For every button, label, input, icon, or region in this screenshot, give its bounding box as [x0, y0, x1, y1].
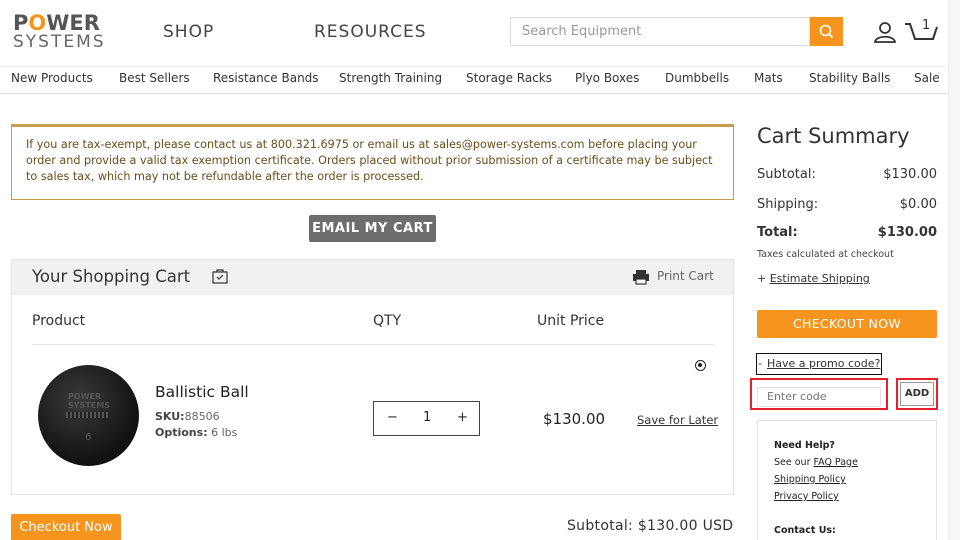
promo-add-wrapper: ADD [896, 378, 938, 410]
qty-value-input[interactable]: 1 [423, 410, 431, 425]
options-value: 6 lbs [211, 426, 238, 439]
sku-value: 88506 [184, 410, 220, 423]
contact-us-heading: Contact Us: [774, 525, 836, 536]
product-sku: SKU:88506 [155, 410, 220, 423]
category-plyo-boxes[interactable]: Plyo Boxes [575, 71, 639, 85]
summary-shipping-label: Shipping: [757, 197, 819, 212]
shopping-bag-icon [212, 269, 228, 284]
promo-dash: - [758, 357, 762, 370]
options-label: Options: [155, 426, 208, 439]
estimate-shipping-link[interactable]: Estimate Shipping [770, 272, 870, 285]
summary-shipping-row: Shipping: $0.00 [757, 197, 937, 212]
logo-text-systems: SYSTEMS [13, 32, 106, 52]
unit-price: $130.00 [543, 410, 606, 428]
search-icon [819, 24, 834, 39]
estimate-shipping: + Estimate Shipping [757, 272, 870, 285]
promo-code-link[interactable]: Have a promo code? [767, 357, 880, 370]
category-new-products[interactable]: New Products [11, 71, 93, 85]
help-see-our: See our [774, 457, 811, 468]
print-cart-link[interactable]: Print Cart [657, 269, 714, 283]
power-systems-logo[interactable]: POWER SYSTEMS [13, 12, 117, 52]
qty-decrease-button[interactable]: − [387, 410, 398, 425]
product-image-ballistic-ball[interactable]: POWER SYSTEMS 6 [38, 365, 139, 466]
qty-increase-button[interactable]: + [457, 410, 468, 425]
cart-icon [905, 23, 938, 40]
column-unit-price: Unit Price [537, 313, 605, 329]
summary-shipping-value: $0.00 [899, 197, 937, 212]
category-sale[interactable]: Sale [914, 71, 940, 85]
summary-subtotal-value: $130.00 [883, 167, 937, 182]
sku-label: SKU: [155, 410, 185, 423]
summary-subtotal-row: Subtotal: $130.00 [757, 167, 937, 182]
help-box: Need Help? See our FAQ Page Shipping Pol… [757, 420, 937, 540]
cart-button[interactable]: 1 [904, 18, 938, 46]
summary-total-value: $130.00 [877, 225, 937, 240]
search-input[interactable]: Search Equipment [510, 17, 810, 46]
category-storage-racks[interactable]: Storage Racks [466, 71, 552, 85]
shopping-cart-panel: Your Shopping Cart Print Cart Product QT… [11, 259, 734, 495]
cart-subtotal: Subtotal: $130.00 USD [567, 518, 734, 534]
cart-summary-title: Cart Summary [757, 124, 910, 148]
cart-title: Your Shopping Cart [32, 267, 191, 286]
remove-item-icon[interactable] [695, 360, 706, 371]
print-icon[interactable] [632, 269, 650, 285]
nav-resources[interactable]: RESOURCES [314, 22, 427, 42]
email-my-cart-button[interactable]: EMAIL MY CART [309, 215, 436, 242]
ball-stripe [66, 412, 110, 418]
category-strength-training[interactable]: Strength Training [339, 71, 442, 85]
tax-exempt-notice: If you are tax-exempt, please contact us… [11, 124, 734, 200]
help-title: Need Help? [774, 440, 835, 451]
site-header: POWER SYSTEMS SHOP RESOURCES Search Equi… [0, 0, 960, 66]
column-product: Product [32, 313, 86, 329]
promo-code-toggle[interactable]: - Have a promo code? [756, 353, 882, 375]
promo-add-button[interactable]: ADD [900, 382, 934, 406]
promo-code-input[interactable] [757, 386, 881, 407]
faq-link[interactable]: FAQ Page [814, 457, 858, 468]
quantity-stepper: − 1 + [373, 401, 480, 436]
ball-brand-text: POWER SYSTEMS [68, 392, 110, 410]
summary-total-label: Total: [757, 225, 798, 240]
estimate-shipping-plus: + [757, 272, 767, 285]
ball-weight-text: 6 [85, 432, 92, 443]
help-faq-line: See our FAQ Page [774, 454, 936, 471]
account-icon[interactable] [873, 20, 897, 44]
shipping-policy-link[interactable]: Shipping Policy [774, 474, 846, 485]
checkout-now-button-bottom[interactable]: Checkout Now [11, 514, 121, 540]
scrollbar[interactable] [948, 0, 960, 540]
save-for-later-link[interactable]: Save for Later [637, 413, 718, 427]
category-resistance-bands[interactable]: Resistance Bands [213, 71, 319, 85]
category-stability-balls[interactable]: Stability Balls [809, 71, 890, 85]
checkout-now-button[interactable]: CHECKOUT NOW [757, 310, 937, 338]
summary-subtotal-label: Subtotal: [757, 167, 816, 182]
promo-code-field-wrapper [750, 378, 888, 410]
cart-header: Your Shopping Cart Print Cart [12, 260, 733, 295]
category-nav: New Products Best Sellers Resistance Ban… [0, 66, 960, 94]
column-qty: QTY [373, 313, 402, 329]
product-name[interactable]: Ballistic Ball [155, 383, 249, 401]
search-button[interactable] [810, 17, 843, 46]
category-dumbbells[interactable]: Dumbbells [665, 71, 729, 85]
product-options: Options: 6 lbs [155, 426, 237, 439]
cart-count: 1 [922, 18, 931, 33]
taxes-note: Taxes calculated at checkout [757, 249, 894, 260]
category-best-sellers[interactable]: Best Sellers [119, 71, 190, 85]
nav-shop[interactable]: SHOP [163, 22, 214, 42]
category-mats[interactable]: Mats [754, 71, 783, 85]
divider [32, 344, 714, 345]
summary-total-row: Total: $130.00 [757, 225, 937, 240]
privacy-policy-link[interactable]: Privacy Policy [774, 491, 839, 502]
